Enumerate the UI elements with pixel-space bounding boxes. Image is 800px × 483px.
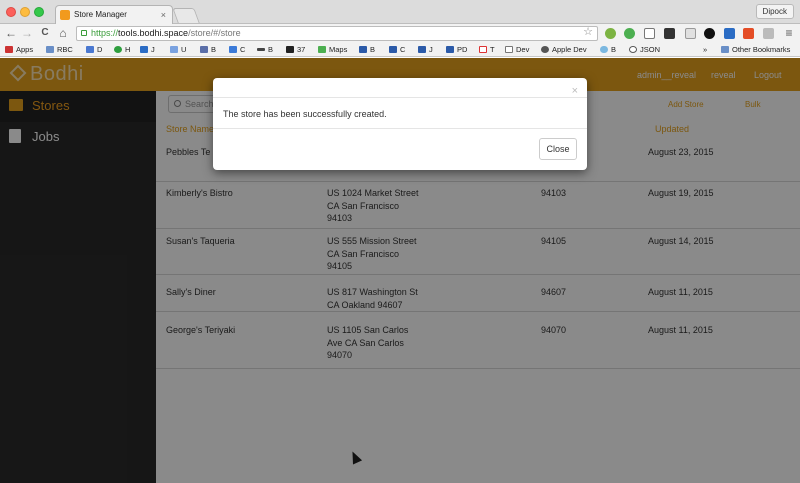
browser-tab[interactable]: Store Manager ×	[55, 5, 173, 24]
bookmark-item[interactable]: J	[418, 43, 433, 56]
browser-toolbar: ← → C ⌂ https://tools.bodhi.space/store/…	[0, 24, 800, 43]
maps-icon	[318, 46, 326, 53]
new-tab-button[interactable]	[172, 8, 200, 23]
bookmarks-bar: Apps RBC D H J U B C B 37 Maps B C J PD …	[0, 43, 800, 57]
download-extension-icon[interactable]	[724, 28, 735, 39]
url-scheme: https://	[91, 28, 119, 38]
folder-icon	[46, 46, 54, 53]
bookmark-item[interactable]: PD	[446, 43, 467, 56]
bookmark-icon	[446, 46, 454, 53]
bookmark-icon	[389, 46, 397, 53]
bookmarks-overflow[interactable]: »	[703, 43, 707, 56]
bookmark-item[interactable]: Apple Dev	[541, 43, 587, 56]
tab-title: Store Manager	[74, 10, 127, 19]
url-host: tools.bodhi.space	[118, 28, 189, 38]
extension-icon[interactable]	[763, 28, 774, 39]
google-icon	[86, 46, 94, 53]
play-extension-icon[interactable]	[704, 28, 715, 39]
bookmark-item[interactable]: T	[479, 43, 495, 56]
bookmark-icon	[114, 46, 122, 53]
bookmark-icon	[170, 46, 178, 53]
bookmark-item[interactable]: Maps	[318, 43, 347, 56]
bookmark-icon	[479, 46, 487, 53]
bookmark-icon	[505, 46, 513, 53]
bookmark-item[interactable]: C	[389, 43, 405, 56]
url-path: /store/#/store	[188, 28, 241, 38]
bookmark-item[interactable]: 37	[286, 43, 305, 56]
bookmark-item[interactable]: B	[359, 43, 375, 56]
dialog-footer: Close	[213, 128, 587, 170]
forward-icon[interactable]: →	[20, 26, 34, 40]
reload-icon[interactable]: C	[38, 26, 52, 40]
bookmark-item[interactable]: B	[257, 43, 273, 56]
bookmark-item[interactable]: U	[170, 43, 186, 56]
window-maximize-button[interactable]	[34, 7, 44, 17]
bookmark-item[interactable]: B	[600, 43, 616, 56]
folder-icon	[721, 46, 729, 53]
home-icon[interactable]: ⌂	[56, 26, 70, 40]
browser-titlebar: Store Manager × Dipock	[0, 0, 800, 24]
favicon-icon	[60, 10, 70, 20]
bookmark-icon	[140, 46, 148, 53]
tab-close-icon[interactable]: ×	[161, 6, 166, 24]
bookmark-item[interactable]: B	[200, 43, 216, 56]
close-button[interactable]: Close	[539, 138, 577, 160]
bookmark-icon	[629, 46, 637, 53]
bookmark-icon	[418, 46, 426, 53]
window-close-button[interactable]	[6, 7, 16, 17]
menu-icon[interactable]: ≡	[782, 26, 796, 40]
android-extension-icon[interactable]	[605, 28, 616, 39]
bookmark-star-icon[interactable]: ☆	[583, 26, 593, 39]
screenshot-extension-icon[interactable]	[664, 28, 675, 39]
address-bar[interactable]: https://tools.bodhi.space/store/#/store …	[76, 26, 598, 41]
success-dialog: × The store has been successfully create…	[213, 78, 587, 170]
window-extension-icon[interactable]	[685, 28, 696, 39]
lock-icon	[81, 30, 87, 36]
html5-extension-icon[interactable]	[743, 28, 754, 39]
back-icon[interactable]: ←	[4, 26, 18, 40]
bookmark-icon	[200, 46, 208, 53]
window-minimize-button[interactable]	[20, 7, 30, 17]
dialog-header: ×	[213, 78, 587, 98]
bookmark-icon	[257, 48, 265, 51]
dialog-message: The store has been successfully created.	[223, 109, 387, 119]
bookmark-icon	[286, 46, 294, 53]
profile-button[interactable]: Dipock	[755, 4, 794, 19]
close-icon[interactable]: ×	[572, 85, 578, 97]
cast-extension-icon[interactable]	[644, 28, 655, 39]
evernote-extension-icon[interactable]	[624, 28, 635, 39]
bookmark-item[interactable]: RBC	[46, 43, 73, 56]
bookmark-item[interactable]: JSON	[629, 43, 660, 56]
bookmark-icon	[229, 46, 237, 53]
other-bookmarks[interactable]: Other Bookmarks	[721, 43, 790, 56]
bookmark-item[interactable]: Dev	[505, 43, 529, 56]
bookmark-icon	[359, 46, 367, 53]
bookmark-apps[interactable]: Apps	[5, 43, 33, 56]
bookmark-item[interactable]: C	[229, 43, 245, 56]
bookmark-item[interactable]: H	[114, 43, 130, 56]
bookmark-item[interactable]: J	[140, 43, 155, 56]
apps-icon	[5, 46, 13, 53]
cloud-icon	[600, 46, 608, 53]
apple-icon	[541, 46, 549, 53]
bookmark-item[interactable]: D	[86, 43, 102, 56]
